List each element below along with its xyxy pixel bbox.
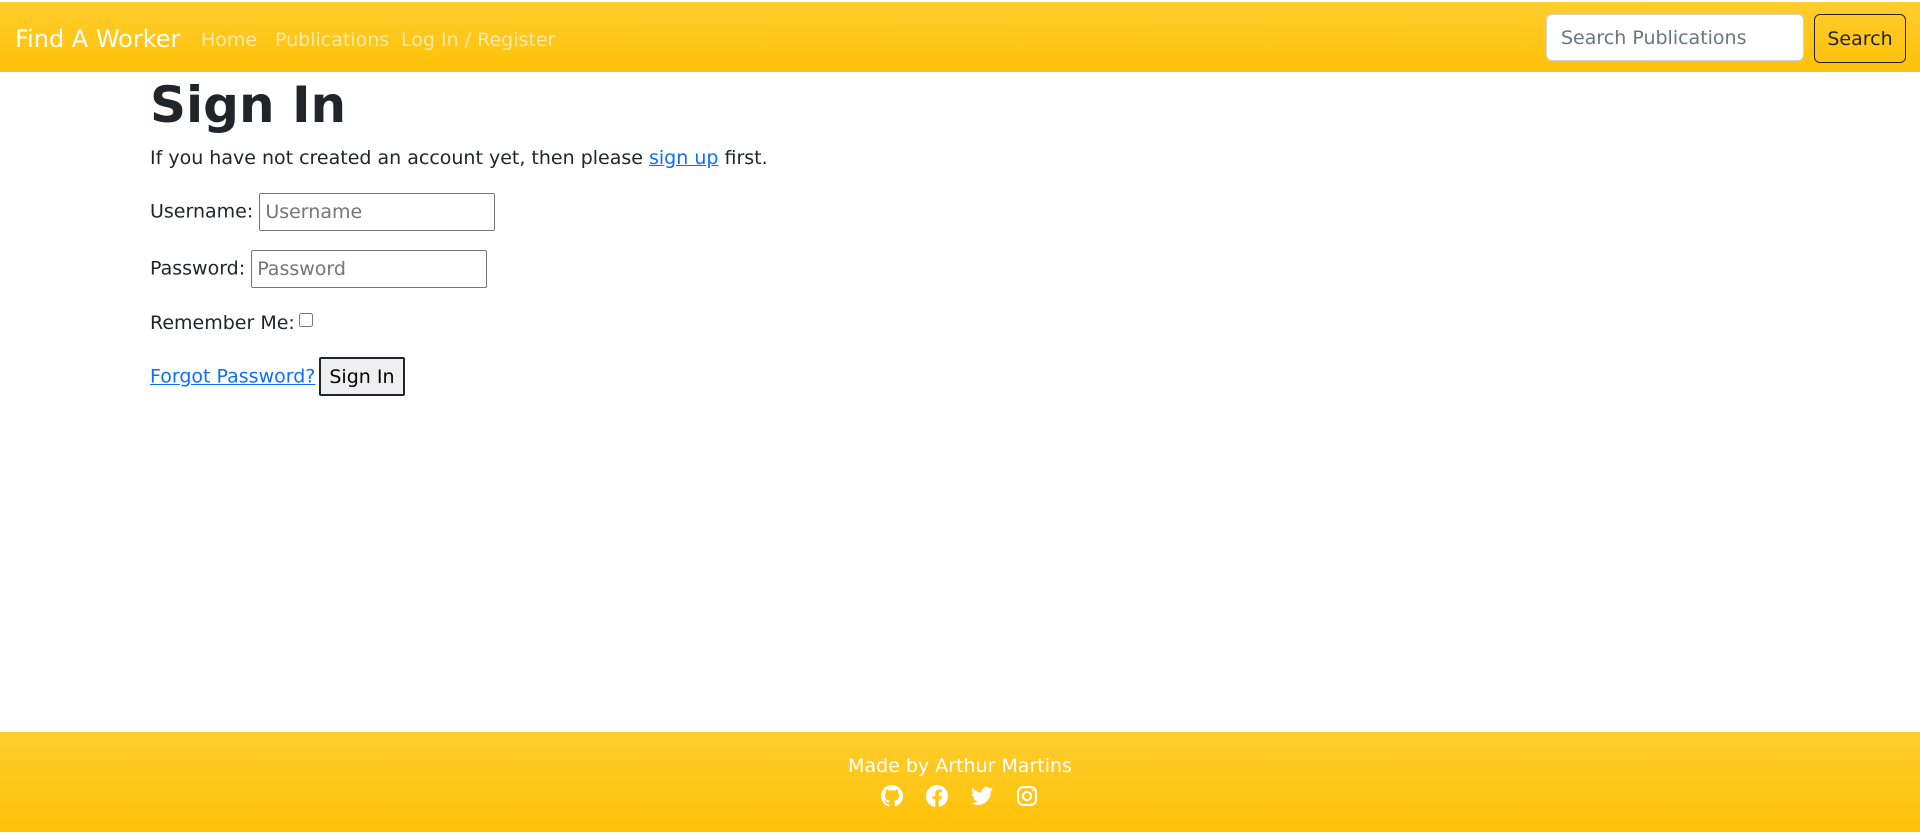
remember-row: Remember Me: bbox=[150, 310, 313, 336]
username-field[interactable] bbox=[259, 193, 496, 231]
intro-text-before: If you have not created an account yet, … bbox=[150, 147, 649, 169]
search-button[interactable]: Search bbox=[1814, 14, 1906, 63]
navbar: Find A Worker Home Publications Log In /… bbox=[0, 2, 1920, 72]
actions-row: Forgot Password? Sign In bbox=[150, 357, 405, 396]
search-input[interactable] bbox=[1546, 14, 1804, 61]
remember-label: Remember Me: bbox=[150, 312, 295, 334]
nav-link-publications[interactable]: Publications bbox=[275, 28, 389, 52]
remember-checkbox[interactable] bbox=[298, 313, 313, 327]
nav-link-login-register[interactable]: Log In / Register bbox=[401, 28, 555, 52]
username-row: Username: bbox=[150, 193, 496, 231]
password-label: Password: bbox=[150, 257, 246, 280]
github-icon[interactable] bbox=[881, 785, 903, 807]
intro-text: If you have not created an account yet, … bbox=[150, 145, 768, 171]
sign-up-link[interactable]: sign up bbox=[649, 147, 718, 169]
nav-link-home[interactable]: Home bbox=[201, 28, 257, 52]
footer-credit: Made by Arthur Martins bbox=[848, 755, 1072, 777]
forgot-password-link[interactable]: Forgot Password? bbox=[150, 366, 315, 388]
brand-link[interactable]: Find A Worker bbox=[15, 24, 180, 54]
facebook-icon[interactable] bbox=[926, 785, 948, 807]
twitter-icon[interactable] bbox=[971, 785, 993, 807]
password-field[interactable] bbox=[251, 250, 488, 288]
sign-in-button[interactable]: Sign In bbox=[319, 357, 405, 396]
footer: Made by Arthur Martins bbox=[0, 732, 1920, 832]
password-row: Password: bbox=[150, 250, 488, 288]
username-label: Username: bbox=[150, 200, 254, 223]
intro-text-after: first. bbox=[718, 147, 768, 169]
page-title: Sign In bbox=[150, 76, 347, 134]
instagram-icon[interactable] bbox=[1016, 785, 1038, 807]
